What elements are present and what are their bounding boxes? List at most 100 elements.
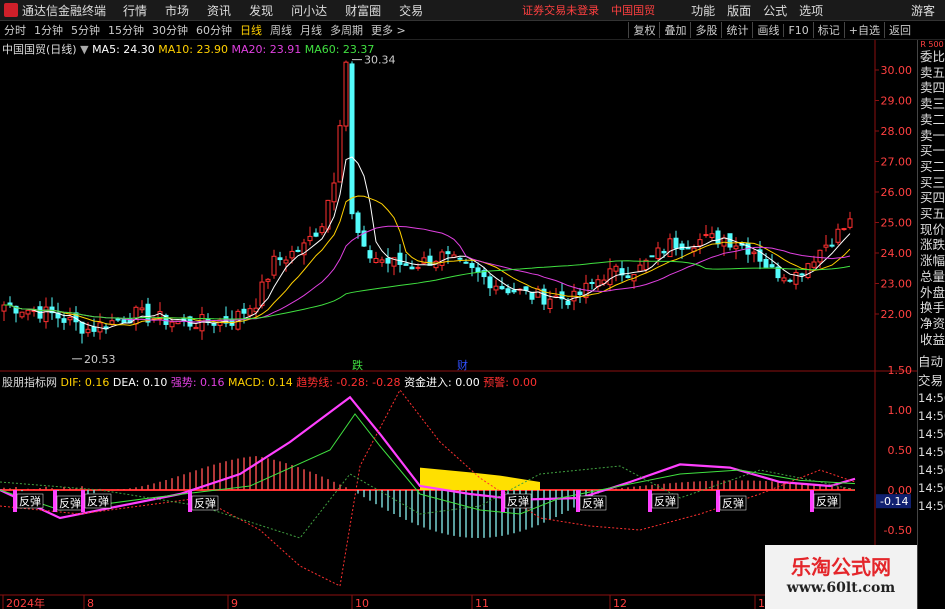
period-weekly[interactable]: 周线 bbox=[270, 22, 292, 38]
candle-body bbox=[475, 267, 481, 273]
candle-body bbox=[367, 250, 373, 259]
candle-body bbox=[79, 321, 85, 334]
quote-row-8: 买三 bbox=[920, 174, 945, 190]
candle-body bbox=[259, 281, 265, 307]
trend-label: 趋势线: -0.28 bbox=[296, 376, 365, 389]
date-tick-label: 8 bbox=[87, 597, 94, 609]
fund-area bbox=[420, 467, 540, 490]
candle-body bbox=[211, 323, 217, 326]
candle-body bbox=[115, 318, 121, 321]
candle-body bbox=[469, 263, 475, 269]
candle-body bbox=[277, 257, 283, 261]
candles bbox=[1, 60, 853, 344]
diejia-button[interactable]: 叠加 bbox=[659, 22, 690, 38]
quote-row-11: 现价 bbox=[920, 221, 945, 237]
candle-body bbox=[547, 298, 553, 310]
candle-body bbox=[799, 273, 805, 276]
tongji-button[interactable]: 统计 bbox=[721, 22, 752, 38]
ma20-label: MA20: 23.91 bbox=[231, 43, 302, 56]
fuquan-button[interactable]: 复权 bbox=[628, 22, 659, 38]
login-warning[interactable]: 证券交易未登录 bbox=[522, 2, 599, 18]
candle-body bbox=[139, 307, 145, 311]
watermark: 乐淘公式网 www.60lt.com bbox=[765, 545, 917, 609]
tick-time: 14:56 bbox=[918, 445, 945, 460]
menu-xuanxiang[interactable]: 选项 bbox=[799, 2, 823, 19]
menu-wenxiaoda[interactable]: 问小达 bbox=[291, 2, 327, 19]
candle-body bbox=[523, 286, 529, 291]
rebound-marker bbox=[13, 490, 17, 512]
user-label[interactable]: 游客 bbox=[911, 2, 935, 19]
candle-body bbox=[649, 255, 655, 258]
period-multi[interactable]: 多周期 bbox=[330, 22, 363, 38]
huaxian-button[interactable]: 画线 bbox=[752, 22, 783, 38]
price-tick-label: 25.00 bbox=[881, 217, 913, 230]
menu-shichang[interactable]: 市场 bbox=[165, 2, 189, 19]
candle-body bbox=[121, 319, 127, 324]
quote-row-17: 净资 bbox=[920, 315, 945, 331]
period-daily[interactable]: 日线 bbox=[240, 22, 262, 38]
menu-caifuquan[interactable]: 财富圈 bbox=[345, 2, 381, 19]
tick-time: 14:56 bbox=[918, 391, 945, 406]
candle-body bbox=[415, 266, 421, 269]
candle-body bbox=[337, 125, 343, 183]
menu-banmian[interactable]: 版面 bbox=[727, 2, 751, 19]
indicator-title: 股朋指标网 bbox=[2, 376, 57, 389]
menu-faxian[interactable]: 发现 bbox=[249, 2, 273, 19]
kline-chart[interactable]: 30.00 29.00 28.00 27.00 26.00 25.00 24.00 23.00… bbox=[0, 40, 917, 609]
candle-body bbox=[283, 259, 289, 264]
period-1min[interactable]: 1分钟 bbox=[34, 22, 63, 38]
period-60min[interactable]: 60分钟 bbox=[196, 22, 232, 38]
candle-body bbox=[319, 226, 325, 234]
event-die: 跌 bbox=[352, 358, 363, 372]
candle-body bbox=[847, 218, 853, 228]
zixuan-button[interactable]: +自选 bbox=[843, 22, 884, 38]
candle-body bbox=[679, 243, 685, 250]
menu-hangqing[interactable]: 行情 bbox=[123, 2, 147, 19]
candle-body bbox=[511, 289, 517, 293]
candle-body bbox=[25, 309, 31, 315]
right-quote-panel: R 500 委比 卖五 卖四 卖三 卖二 卖一 买一 买二 买三 买四 买五 现价 涨跌 涨幅 总量 外盘 换手… bbox=[917, 40, 945, 609]
period-fenshi[interactable]: 分时 bbox=[4, 22, 26, 38]
tick-time: 14:56 bbox=[918, 409, 945, 424]
period-monthly[interactable]: 月线 bbox=[300, 22, 322, 38]
tick-time: 14:56 bbox=[918, 427, 945, 442]
f10-button[interactable]: F10 bbox=[783, 23, 812, 37]
trade-label[interactable]: 交易 bbox=[918, 370, 945, 389]
candle-body bbox=[265, 278, 271, 282]
date-tick-label: 11 bbox=[475, 597, 489, 609]
rebound-label: 反弹 bbox=[59, 496, 81, 510]
ma10-label: MA10: 23.90 bbox=[158, 43, 228, 56]
period-30min[interactable]: 30分钟 bbox=[152, 22, 188, 38]
quote-row-7: 买二 bbox=[920, 158, 945, 174]
menu-jiaoyi[interactable]: 交易 bbox=[399, 2, 423, 19]
menu-gongshi[interactable]: 公式 bbox=[763, 2, 787, 19]
biaoji-button[interactable]: 标记 bbox=[812, 22, 844, 38]
period-more[interactable]: 更多 > bbox=[371, 22, 406, 38]
quote-row-15: 外盘 bbox=[920, 284, 945, 300]
quote-row-4: 卖二 bbox=[920, 111, 945, 127]
menu-gongneng[interactable]: 功能 bbox=[691, 2, 715, 19]
duogu-button[interactable]: 多股 bbox=[690, 22, 721, 38]
rebound-label: 反弹 bbox=[654, 494, 676, 508]
candle-body bbox=[307, 235, 313, 242]
date-tick-label: 2024年 bbox=[6, 596, 45, 609]
chevron-down-icon[interactable]: ▼ bbox=[80, 43, 88, 56]
period-5min[interactable]: 5分钟 bbox=[71, 22, 100, 38]
rebound-label: 反弹 bbox=[816, 494, 838, 508]
fanhui-button[interactable]: 返回 bbox=[884, 22, 915, 38]
candle-body bbox=[439, 251, 445, 266]
candle-body bbox=[781, 277, 787, 282]
quote-row-0: 委比 bbox=[920, 49, 945, 64]
candle-body bbox=[805, 263, 811, 279]
menu-zixun[interactable]: 资讯 bbox=[207, 2, 231, 19]
candle-body bbox=[529, 291, 535, 300]
rebound-marker bbox=[576, 490, 580, 512]
candle-body bbox=[169, 321, 175, 328]
candle-body bbox=[379, 259, 385, 263]
period-15min[interactable]: 15分钟 bbox=[108, 22, 144, 38]
indicator-tick-label: 1.50 bbox=[888, 364, 913, 377]
rebound-label: 反弹 bbox=[19, 494, 41, 508]
auto-label[interactable]: 自动 bbox=[918, 351, 945, 370]
price-tick-label: 23.00 bbox=[881, 278, 913, 291]
candle-body bbox=[751, 251, 757, 255]
